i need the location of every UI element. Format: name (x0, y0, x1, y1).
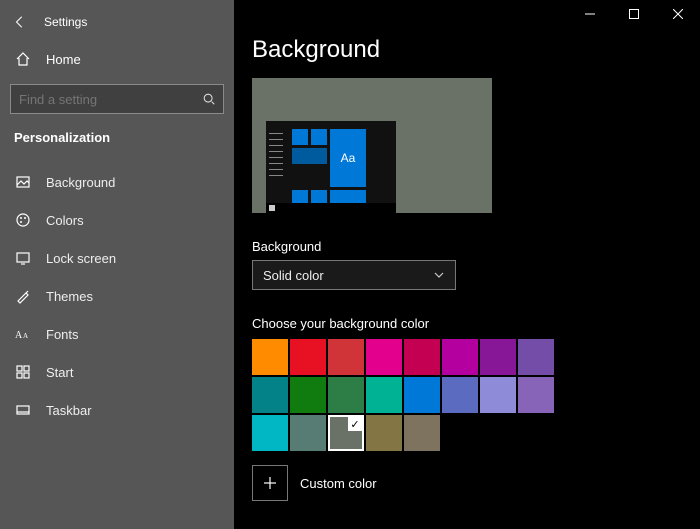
color-swatch[interactable] (366, 415, 402, 451)
sidebar-item-label: Themes (46, 289, 93, 304)
search-input[interactable] (10, 84, 224, 114)
preview-start-list (266, 129, 286, 203)
check-icon: ✓ (348, 417, 362, 431)
color-swatch[interactable] (366, 377, 402, 413)
picture-icon (14, 173, 32, 191)
sidebar-item-colors[interactable]: Colors (0, 201, 234, 239)
main-content: Background Aa Background Solid color (234, 0, 700, 529)
background-dropdown-value: Solid color (263, 268, 324, 283)
color-swatch[interactable]: ✓ (328, 415, 364, 451)
color-swatch[interactable] (480, 339, 516, 375)
color-swatch[interactable] (518, 339, 554, 375)
settings-sidebar: Settings Home Personalization Background… (0, 0, 234, 529)
lock-screen-icon (14, 249, 32, 267)
color-swatch[interactable] (404, 415, 440, 451)
preview-taskbar (266, 203, 396, 213)
sidebar-item-fonts[interactable]: AA Fonts (0, 315, 234, 353)
themes-icon (14, 287, 32, 305)
color-swatch[interactable] (404, 339, 440, 375)
color-swatch[interactable] (252, 415, 288, 451)
home-icon (14, 50, 32, 68)
color-swatch[interactable] (328, 377, 364, 413)
back-button[interactable] (0, 6, 40, 38)
home-label: Home (46, 52, 81, 67)
sidebar-item-start[interactable]: Start (0, 353, 234, 391)
arrow-left-icon (11, 13, 29, 31)
swatch-section-label: Choose your background color (252, 316, 700, 331)
color-swatch-grid: ✓ (252, 339, 700, 451)
svg-text:A: A (15, 330, 23, 341)
chevron-down-icon (433, 269, 445, 281)
custom-color-label: Custom color (300, 476, 377, 491)
sidebar-item-themes[interactable]: Themes (0, 277, 234, 315)
sidebar-item-label: Taskbar (46, 403, 92, 418)
color-swatch[interactable] (328, 339, 364, 375)
background-dropdown[interactable]: Solid color (252, 260, 456, 290)
sidebar-item-background[interactable]: Background (0, 163, 234, 201)
sidebar-item-label: Lock screen (46, 251, 116, 266)
sidebar-section-title: Personalization (0, 124, 234, 155)
sidebar-item-label: Start (46, 365, 73, 380)
plus-icon (262, 475, 278, 491)
color-swatch[interactable] (404, 377, 440, 413)
color-swatch[interactable] (366, 339, 402, 375)
maximize-button[interactable] (612, 0, 656, 28)
fonts-icon: AA (14, 325, 32, 343)
color-swatch[interactable] (442, 377, 478, 413)
sidebar-item-taskbar[interactable]: Taskbar (0, 391, 234, 429)
color-swatch[interactable] (442, 339, 478, 375)
palette-icon (14, 211, 32, 229)
background-dropdown-label: Background (252, 239, 700, 254)
sidebar-item-lock-screen[interactable]: Lock screen (0, 239, 234, 277)
svg-text:A: A (23, 332, 28, 340)
start-icon (14, 363, 32, 381)
sidebar-nav: Background Colors Lock screen Themes AA … (0, 163, 234, 429)
color-swatch[interactable] (252, 377, 288, 413)
color-swatch[interactable] (518, 377, 554, 413)
sidebar-item-label: Fonts (46, 327, 79, 342)
sidebar-item-home[interactable]: Home (0, 42, 234, 76)
color-swatch[interactable] (252, 339, 288, 375)
preview-tiles: Aa (292, 129, 370, 203)
custom-color-button[interactable] (252, 465, 288, 501)
sidebar-item-label: Background (46, 175, 115, 190)
sidebar-item-label: Colors (46, 213, 84, 228)
taskbar-icon (14, 401, 32, 419)
preview-sample-text-icon: Aa (341, 151, 356, 165)
preview-start-menu: Aa (266, 121, 396, 213)
color-swatch[interactable] (290, 415, 326, 451)
color-swatch[interactable] (290, 377, 326, 413)
close-button[interactable] (656, 0, 700, 28)
background-preview: Aa (252, 78, 492, 213)
color-swatch[interactable] (480, 377, 516, 413)
color-swatch[interactable] (290, 339, 326, 375)
window-controls (568, 0, 700, 28)
app-title: Settings (40, 15, 87, 29)
minimize-button[interactable] (568, 0, 612, 28)
